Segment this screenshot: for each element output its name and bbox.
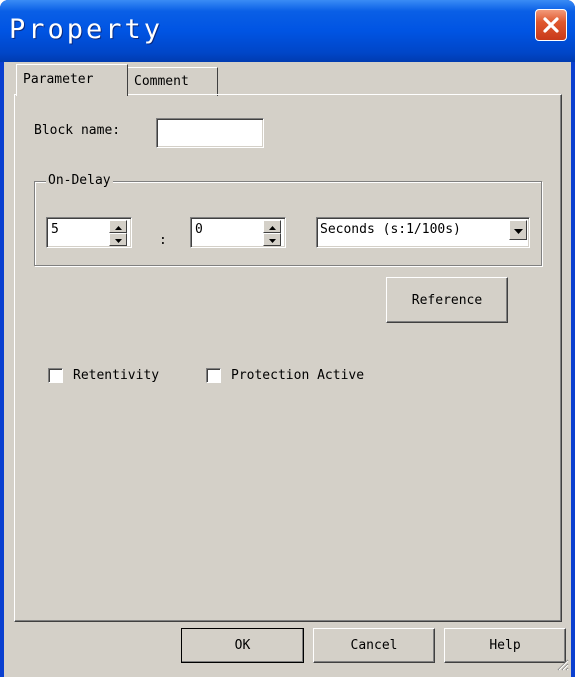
chevron-down-icon <box>513 223 523 238</box>
tab-parameter[interactable]: Parameter <box>16 64 128 96</box>
on-delay-group-label: On-Delay <box>46 173 113 188</box>
tab-comment-label: Comment <box>134 74 189 89</box>
cancel-button-label: Cancel <box>350 638 398 653</box>
time-unit-dropdown-button[interactable] <box>509 220 527 240</box>
reference-button[interactable]: Reference <box>386 277 508 323</box>
delay-second-down-button[interactable] <box>263 233 281 246</box>
protection-active-label[interactable]: Protection Active <box>231 368 364 383</box>
resize-grip-icon[interactable] <box>556 658 569 675</box>
arrow-down-icon <box>268 232 276 247</box>
delay-first-down-button[interactable] <box>109 233 127 246</box>
delay-first-value: 5 <box>51 222 59 237</box>
retentivity-checkbox[interactable] <box>48 368 63 383</box>
title-bar[interactable]: Property <box>0 0 575 62</box>
tab-comment[interactable]: Comment <box>128 67 218 96</box>
delay-second-spinner[interactable]: 0 <box>190 217 286 248</box>
time-unit-select[interactable]: Seconds (s:1/100s) <box>316 217 530 248</box>
time-unit-value: Seconds (s:1/100s) <box>320 222 461 237</box>
close-button[interactable] <box>535 9 567 41</box>
delay-separator: : <box>159 233 167 248</box>
cancel-button[interactable]: Cancel <box>313 628 435 663</box>
help-button[interactable]: Help <box>444 628 566 663</box>
property-dialog: Property Parameter Comment Block name: O… <box>0 0 575 677</box>
block-name-label: Block name: <box>34 123 121 138</box>
window-title: Property <box>9 14 164 45</box>
help-button-label: Help <box>489 638 521 653</box>
arrow-down-icon <box>114 232 122 247</box>
dialog-client-area: Parameter Comment Block name: On-Delay 5… <box>4 62 571 677</box>
ok-button[interactable]: OK <box>181 628 304 663</box>
retentivity-label[interactable]: Retentivity <box>73 368 159 383</box>
protection-active-checkbox[interactable] <box>206 368 221 383</box>
delay-second-value: 0 <box>195 222 203 237</box>
delay-first-spinner[interactable]: 5 <box>46 217 132 248</box>
ok-button-label: OK <box>234 638 251 653</box>
tab-parameter-label: Parameter <box>23 72 94 87</box>
close-x-icon <box>541 15 561 35</box>
block-name-input[interactable] <box>156 118 264 148</box>
reference-button-label: Reference <box>411 292 483 308</box>
